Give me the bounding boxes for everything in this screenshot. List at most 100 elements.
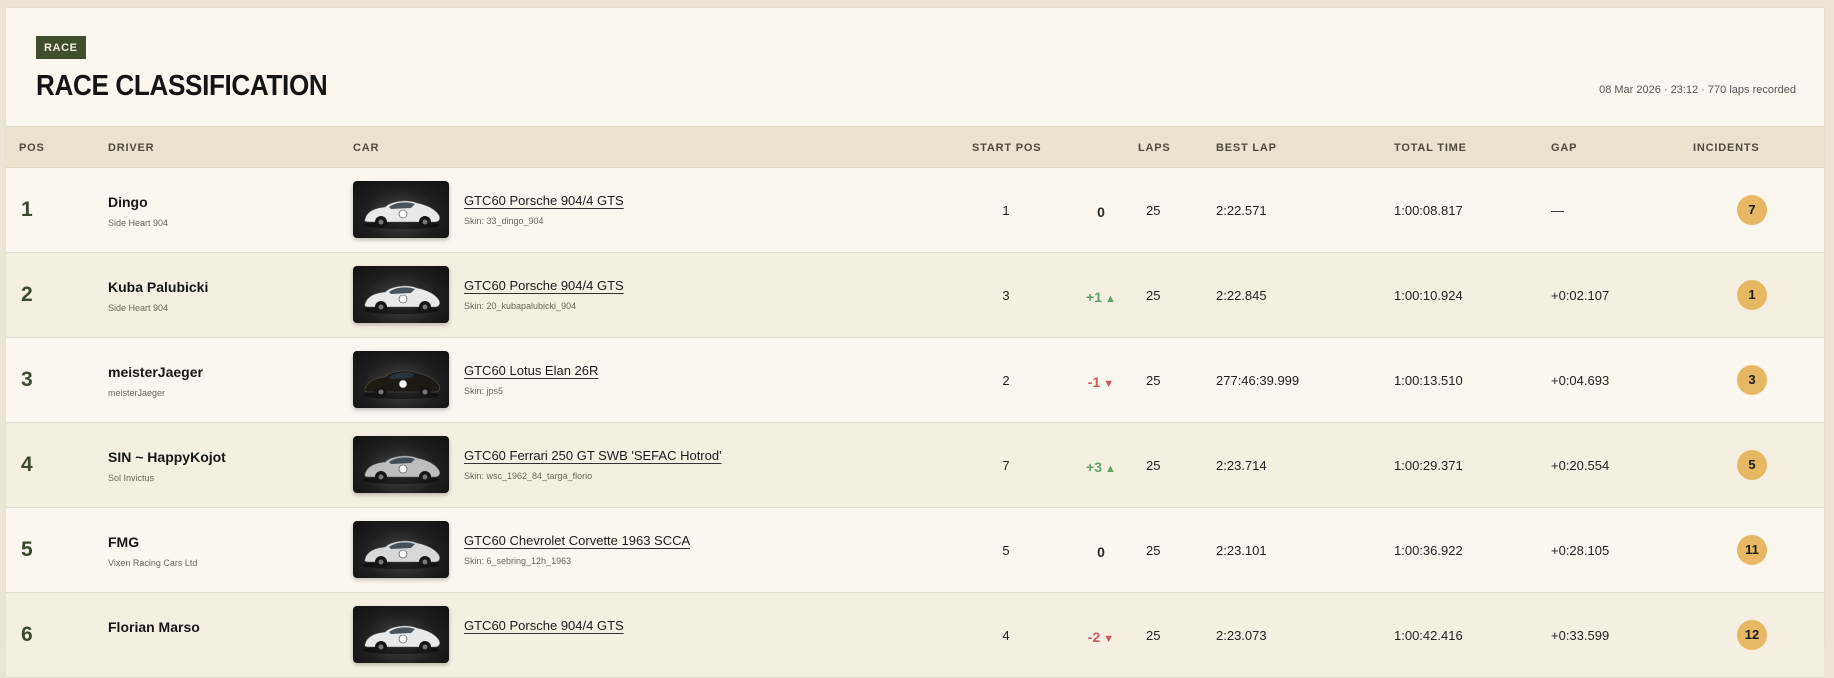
car-skin: Skin: jps5 (464, 386, 504, 396)
driver-name: Kuba Palubicki (108, 279, 209, 295)
col-driver: DRIVER (108, 142, 155, 154)
session-meta: 08 Mar 2026 · 23:12 · 770 laps recorded (1599, 84, 1796, 96)
table-row[interactable]: 1 Dingo Side Heart 904 GTC60 Porsche 904… (6, 168, 1824, 253)
laps: 25 (1146, 458, 1161, 473)
laps: 25 (1146, 628, 1161, 643)
best-lap: 2:22.845 (1216, 288, 1267, 303)
position-change: +1 ▲ (1066, 289, 1136, 305)
table-row[interactable]: 4 SIN ~ HappyKojot Sol Invictus GTC60 Fe… (6, 423, 1824, 508)
car-link[interactable]: GTC60 Porsche 904/4 GTS (464, 618, 624, 633)
table-header: POS DRIVER CAR START POS LAPS BEST LAP T… (6, 126, 1824, 168)
car-icon (363, 200, 441, 229)
car-thumbnail[interactable] (353, 266, 449, 323)
arrow-down-icon: ▼ (1100, 378, 1115, 390)
driver-team: Vixen Racing Cars Ltd (108, 558, 198, 568)
arrow-up-icon: ▲ (1102, 463, 1116, 475)
results-table: 1 Dingo Side Heart 904 GTC60 Porsche 904… (6, 168, 1824, 678)
gap: +0:33.599 (1551, 628, 1610, 643)
car: GTC60 Lotus Elan 26R Skin: jps5 (464, 363, 598, 396)
col-incidents: INCIDENTS (1693, 142, 1760, 154)
car-thumbnail[interactable] (353, 351, 449, 408)
position-change-value: -1 (1087, 374, 1101, 390)
header: RACE RACE CLASSIFICATION 08 Mar 2026 · 2… (6, 8, 1824, 126)
gap: +0:02.107 (1551, 288, 1610, 303)
position: 2 (21, 283, 33, 306)
col-gap: GAP (1551, 142, 1578, 154)
car: GTC60 Porsche 904/4 GTS (464, 618, 624, 641)
driver-team: Sol Invictus (108, 473, 155, 483)
col-best-lap: BEST LAP (1216, 142, 1277, 154)
table-row[interactable]: 5 FMG Vixen Racing Cars Ltd GTC60 Chevro… (6, 508, 1824, 593)
total-time: 1:00:36.922 (1394, 543, 1463, 558)
position-change-value: +1 (1086, 289, 1102, 305)
position-change: 0 (1066, 544, 1136, 560)
position: 6 (21, 623, 33, 646)
gap: +0:28.105 (1551, 543, 1610, 558)
position: 5 (21, 538, 33, 561)
driver: Kuba Palubicki Side Heart 904 (108, 279, 208, 313)
position-change-value: +3 (1086, 459, 1102, 475)
car-skin: Skin: 33_dingo_904 (464, 216, 544, 226)
car-skin: Skin: 6_sebring_12h_1963 (464, 556, 572, 566)
position: 1 (21, 198, 33, 221)
car-thumbnail[interactable] (353, 606, 449, 663)
total-time: 1:00:10.924 (1394, 288, 1463, 303)
car-thumbnail[interactable] (353, 181, 449, 238)
start-position: 7 (1002, 458, 1010, 473)
total-time: 1:00:42.416 (1394, 628, 1463, 643)
start-position: 1 (1002, 203, 1010, 218)
driver-team: meisterJaeger (108, 388, 166, 398)
car-link[interactable]: GTC60 Ferrari 250 GT SWB 'SEFAC Hotrod' (464, 448, 722, 463)
position-change-value: 0 (1097, 204, 1105, 220)
table-row[interactable]: 2 Kuba Palubicki Side Heart 904 GTC60 Po… (6, 253, 1824, 338)
car-thumbnail[interactable] (353, 436, 449, 493)
col-start-pos: START POS (972, 142, 1042, 154)
car: GTC60 Porsche 904/4 GTS Skin: 20_kubapal… (464, 278, 624, 311)
laps: 25 (1146, 543, 1161, 558)
car-link[interactable]: GTC60 Chevrolet Corvette 1963 SCCA (464, 533, 690, 548)
table-row[interactable]: 3 meisterJaeger meisterJaeger GTC60 Lotu… (6, 338, 1824, 423)
driver: Dingo Side Heart 904 (108, 194, 168, 228)
position: 3 (21, 368, 33, 391)
page-title: RACE CLASSIFICATION (36, 70, 328, 102)
driver-name: FMG (108, 534, 140, 550)
car: GTC60 Porsche 904/4 GTS Skin: 33_dingo_9… (464, 193, 624, 226)
driver-name: Dingo (108, 194, 148, 210)
incidents-badge: 3 (1737, 365, 1767, 395)
car-link[interactable]: GTC60 Porsche 904/4 GTS (464, 193, 624, 208)
driver-team: Side Heart 904 (108, 218, 169, 228)
best-lap: 2:23.073 (1216, 628, 1267, 643)
position-change: 0 (1066, 204, 1136, 220)
start-position: 2 (1002, 373, 1010, 388)
laps: 25 (1146, 203, 1161, 218)
laps: 25 (1146, 288, 1161, 303)
position-change: -1 ▼ (1066, 374, 1136, 390)
col-total-time: TOTAL TIME (1394, 142, 1467, 154)
car-link[interactable]: GTC60 Lotus Elan 26R (464, 363, 598, 378)
car-thumbnail[interactable] (353, 521, 449, 578)
col-car: CAR (353, 142, 380, 154)
start-position: 5 (1002, 543, 1010, 558)
car-icon (363, 540, 441, 569)
best-lap: 2:23.101 (1216, 543, 1267, 558)
gap: +0:04.693 (1551, 373, 1610, 388)
session-badge: RACE (36, 36, 86, 59)
laps: 25 (1146, 373, 1161, 388)
driver-name: meisterJaeger (108, 364, 203, 380)
gap: — (1551, 203, 1564, 218)
driver: FMG Vixen Racing Cars Ltd (108, 534, 197, 568)
table-row[interactable]: 6 Florian Marso GTC60 Porsche 904/4 GTS … (6, 593, 1824, 678)
col-laps: LAPS (1138, 142, 1171, 154)
position-change-value: 0 (1097, 544, 1105, 560)
car-icon (363, 370, 441, 399)
position-change-value: -2 (1087, 629, 1101, 645)
classification-panel: RACE RACE CLASSIFICATION 08 Mar 2026 · 2… (5, 7, 1825, 678)
total-time: 1:00:13.510 (1394, 373, 1463, 388)
driver-name: SIN ~ HappyKojot (108, 449, 226, 465)
incidents-badge: 5 (1737, 450, 1767, 480)
car-link[interactable]: GTC60 Porsche 904/4 GTS (464, 278, 624, 293)
incidents-badge: 12 (1737, 620, 1767, 650)
car-icon (363, 285, 441, 314)
arrow-down-icon: ▼ (1100, 633, 1115, 645)
driver: SIN ~ HappyKojot Sol Invictus (108, 449, 226, 483)
